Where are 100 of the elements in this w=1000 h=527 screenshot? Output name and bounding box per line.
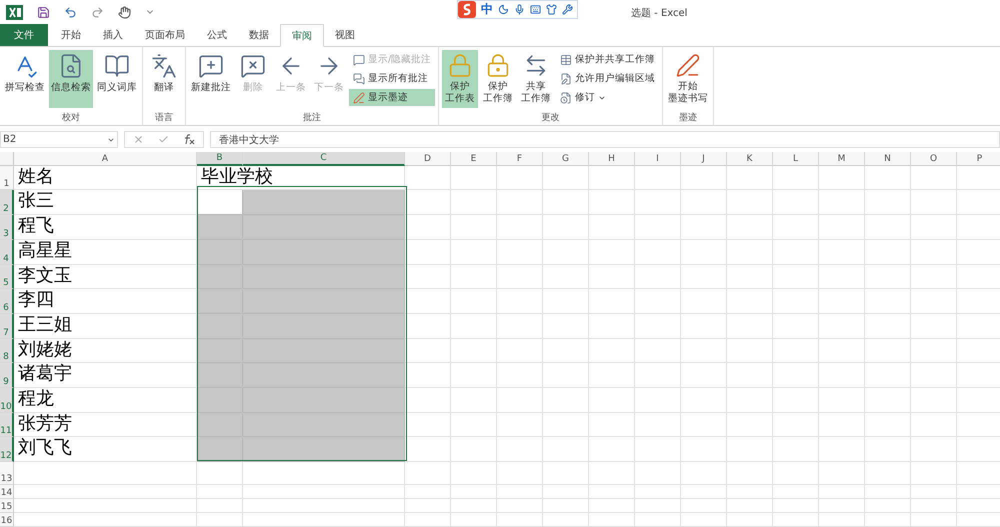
table-cell — [635, 314, 681, 339]
row-header[interactable]: 7 — [0, 314, 14, 339]
redo-icon[interactable] — [91, 6, 104, 19]
row-header[interactable]: 13 — [0, 462, 14, 485]
column-header[interactable]: F — [497, 152, 543, 166]
ribbon-tab[interactable]: 开始 — [50, 24, 92, 46]
moon-icon[interactable] — [498, 4, 509, 15]
row-header[interactable]: 3 — [0, 215, 14, 240]
table-cell — [957, 338, 1000, 364]
ribbon-button[interactable]: 共享工作簿 — [518, 50, 554, 108]
table-cell — [589, 363, 635, 388]
row-header[interactable]: 14 — [0, 485, 14, 499]
keyboard-icon[interactable] — [530, 4, 541, 15]
table-cell — [727, 363, 773, 388]
column-header[interactable]: K — [727, 152, 773, 166]
excel-logo-icon[interactable] — [6, 4, 23, 20]
ribbon-tab[interactable]: 页面布局 — [134, 24, 196, 46]
name-box[interactable]: B2 — [0, 131, 118, 148]
table-cell — [819, 264, 865, 290]
table-cell — [911, 462, 957, 485]
table-cell — [405, 240, 451, 264]
ribbon-button[interactable]: 显示墨迹 — [349, 89, 436, 106]
ribbon-tab[interactable]: 公式 — [196, 24, 238, 46]
file-tab[interactable]: 文件 — [0, 24, 48, 46]
column-header[interactable]: O — [911, 152, 957, 166]
microphone-icon[interactable] — [514, 4, 525, 15]
ribbon-button[interactable]: 翻译 — [146, 50, 182, 108]
ribbon-button[interactable]: 开始墨迹书写 — [666, 50, 710, 108]
function-icon[interactable] — [183, 134, 195, 146]
touch-mode-icon[interactable] — [118, 6, 131, 19]
table-cell — [589, 190, 635, 216]
undo-icon[interactable] — [64, 6, 77, 19]
column-header[interactable]: E — [451, 152, 497, 166]
table-cell — [911, 499, 957, 513]
wrench-icon[interactable] — [562, 4, 573, 15]
table-cell — [635, 412, 681, 438]
ribbon-button[interactable]: 同义词库 — [95, 50, 139, 108]
column-header[interactable]: I — [635, 152, 681, 166]
column-header[interactable]: N — [865, 152, 911, 166]
row-header[interactable]: 12 — [0, 437, 14, 462]
ribbon-tab[interactable]: 数据 — [238, 24, 280, 46]
column-header[interactable]: M — [819, 152, 865, 166]
column-header[interactable]: D — [405, 152, 451, 166]
ribbon-button[interactable]: 拼写检查 — [3, 50, 47, 108]
table-cell — [451, 215, 497, 240]
table-cell — [911, 388, 957, 413]
table-cell — [451, 289, 497, 314]
table-cell — [819, 412, 865, 438]
row-header[interactable]: 11 — [0, 412, 14, 438]
table-cell — [635, 289, 681, 314]
table-cell — [635, 363, 681, 388]
table-cell — [681, 314, 727, 339]
column-header[interactable]: A — [14, 152, 197, 166]
ribbon-tab[interactable]: 审阅 — [280, 24, 324, 48]
table-cell — [773, 437, 819, 462]
row-header[interactable]: 9 — [0, 363, 14, 388]
save-icon[interactable] — [37, 6, 50, 19]
formula-field[interactable]: 香港中文大学 — [210, 131, 1000, 148]
ribbon-button[interactable]: 保护工作表 — [442, 50, 478, 108]
table-cell: 李文玉 — [14, 264, 197, 290]
column-header[interactable]: C — [243, 152, 405, 166]
column-header[interactable]: P — [957, 152, 1000, 166]
column-header[interactable]: B — [197, 152, 243, 166]
row-header[interactable]: 2 — [0, 190, 14, 216]
column-header[interactable]: G — [543, 152, 589, 166]
ribbon-tab[interactable]: 插入 — [92, 24, 134, 46]
ribbon-button[interactable]: 新建批注 — [189, 50, 233, 108]
ribbon-button[interactable]: 保护并共享工作簿 — [556, 51, 660, 68]
row-header[interactable]: 6 — [0, 289, 14, 314]
ribbon-button[interactable]: 允许用户编辑区域 — [556, 70, 660, 88]
table-cell — [497, 363, 543, 388]
table-cell — [773, 264, 819, 290]
table-cell — [819, 338, 865, 364]
row-header[interactable]: 10 — [0, 388, 14, 413]
row-header[interactable]: 1 — [0, 166, 14, 190]
table-cell — [681, 166, 727, 190]
row-header[interactable]: 4 — [0, 240, 14, 264]
ribbon-button[interactable]: 修订 — [556, 89, 660, 106]
row-header[interactable]: 15 — [0, 499, 14, 513]
row-header[interactable]: 16 — [0, 513, 14, 527]
ribbon-button[interactable]: 信息检索 — [49, 50, 93, 108]
column-header[interactable]: J — [681, 152, 727, 166]
column-header[interactable]: H — [589, 152, 635, 166]
table-cell — [819, 215, 865, 240]
row-header[interactable]: 5 — [0, 264, 14, 290]
ime-mode-toggle[interactable]: 中 — [481, 1, 493, 18]
table-cell — [681, 388, 727, 413]
ribbon-button[interactable]: 显示所有批注 — [349, 70, 436, 88]
table-cell — [405, 437, 451, 462]
ribbon-button[interactable]: 保护工作簿 — [480, 50, 516, 108]
table-cell — [497, 190, 543, 216]
ime-logo-icon[interactable] — [458, 1, 476, 18]
table-cell — [911, 314, 957, 339]
column-header[interactable]: L — [773, 152, 819, 166]
shirt-icon[interactable] — [546, 4, 557, 15]
group-label: 批注 — [302, 112, 322, 126]
window-title: 选题 - Excel — [631, 6, 688, 20]
ribbon-tab[interactable]: 视图 — [324, 24, 366, 46]
row-header[interactable]: 8 — [0, 338, 14, 364]
table-cell — [773, 338, 819, 364]
